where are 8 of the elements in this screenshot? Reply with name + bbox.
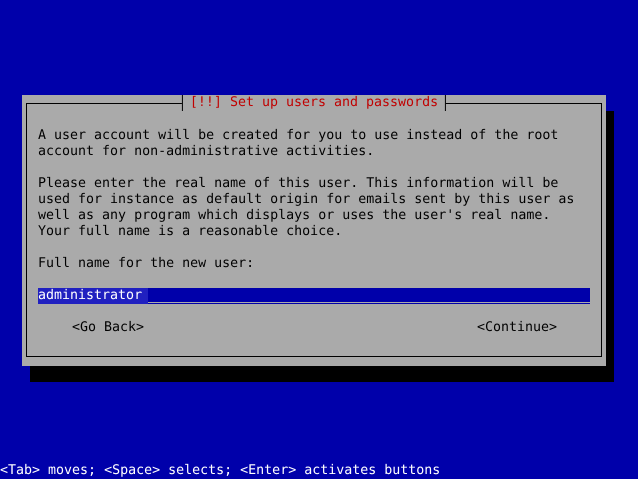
dialog-button[interactable]: <Go Back>	[72, 320, 144, 336]
field-label: Full name for the new user:	[38, 256, 256, 272]
description-text: Please enter the real name of this user. This information will be used for instance as default origin for emails sent by this user as well as any program which displays or uses the user's real name. Your full name is a reasonable choice.	[38, 176, 576, 240]
description-text: A user account will be created for you to use instead of the root account for non-administrative activities.	[38, 128, 560, 160]
status-bar-text: <Tab> moves; <Space> selects; <Enter> activates buttons	[0, 463, 442, 479]
input-field[interactable]: administrator	[38, 288, 590, 304]
dialog-title: [!!] Set up users and passwords	[182, 95, 446, 111]
dialog-button[interactable]: <Continue>	[476, 320, 557, 336]
